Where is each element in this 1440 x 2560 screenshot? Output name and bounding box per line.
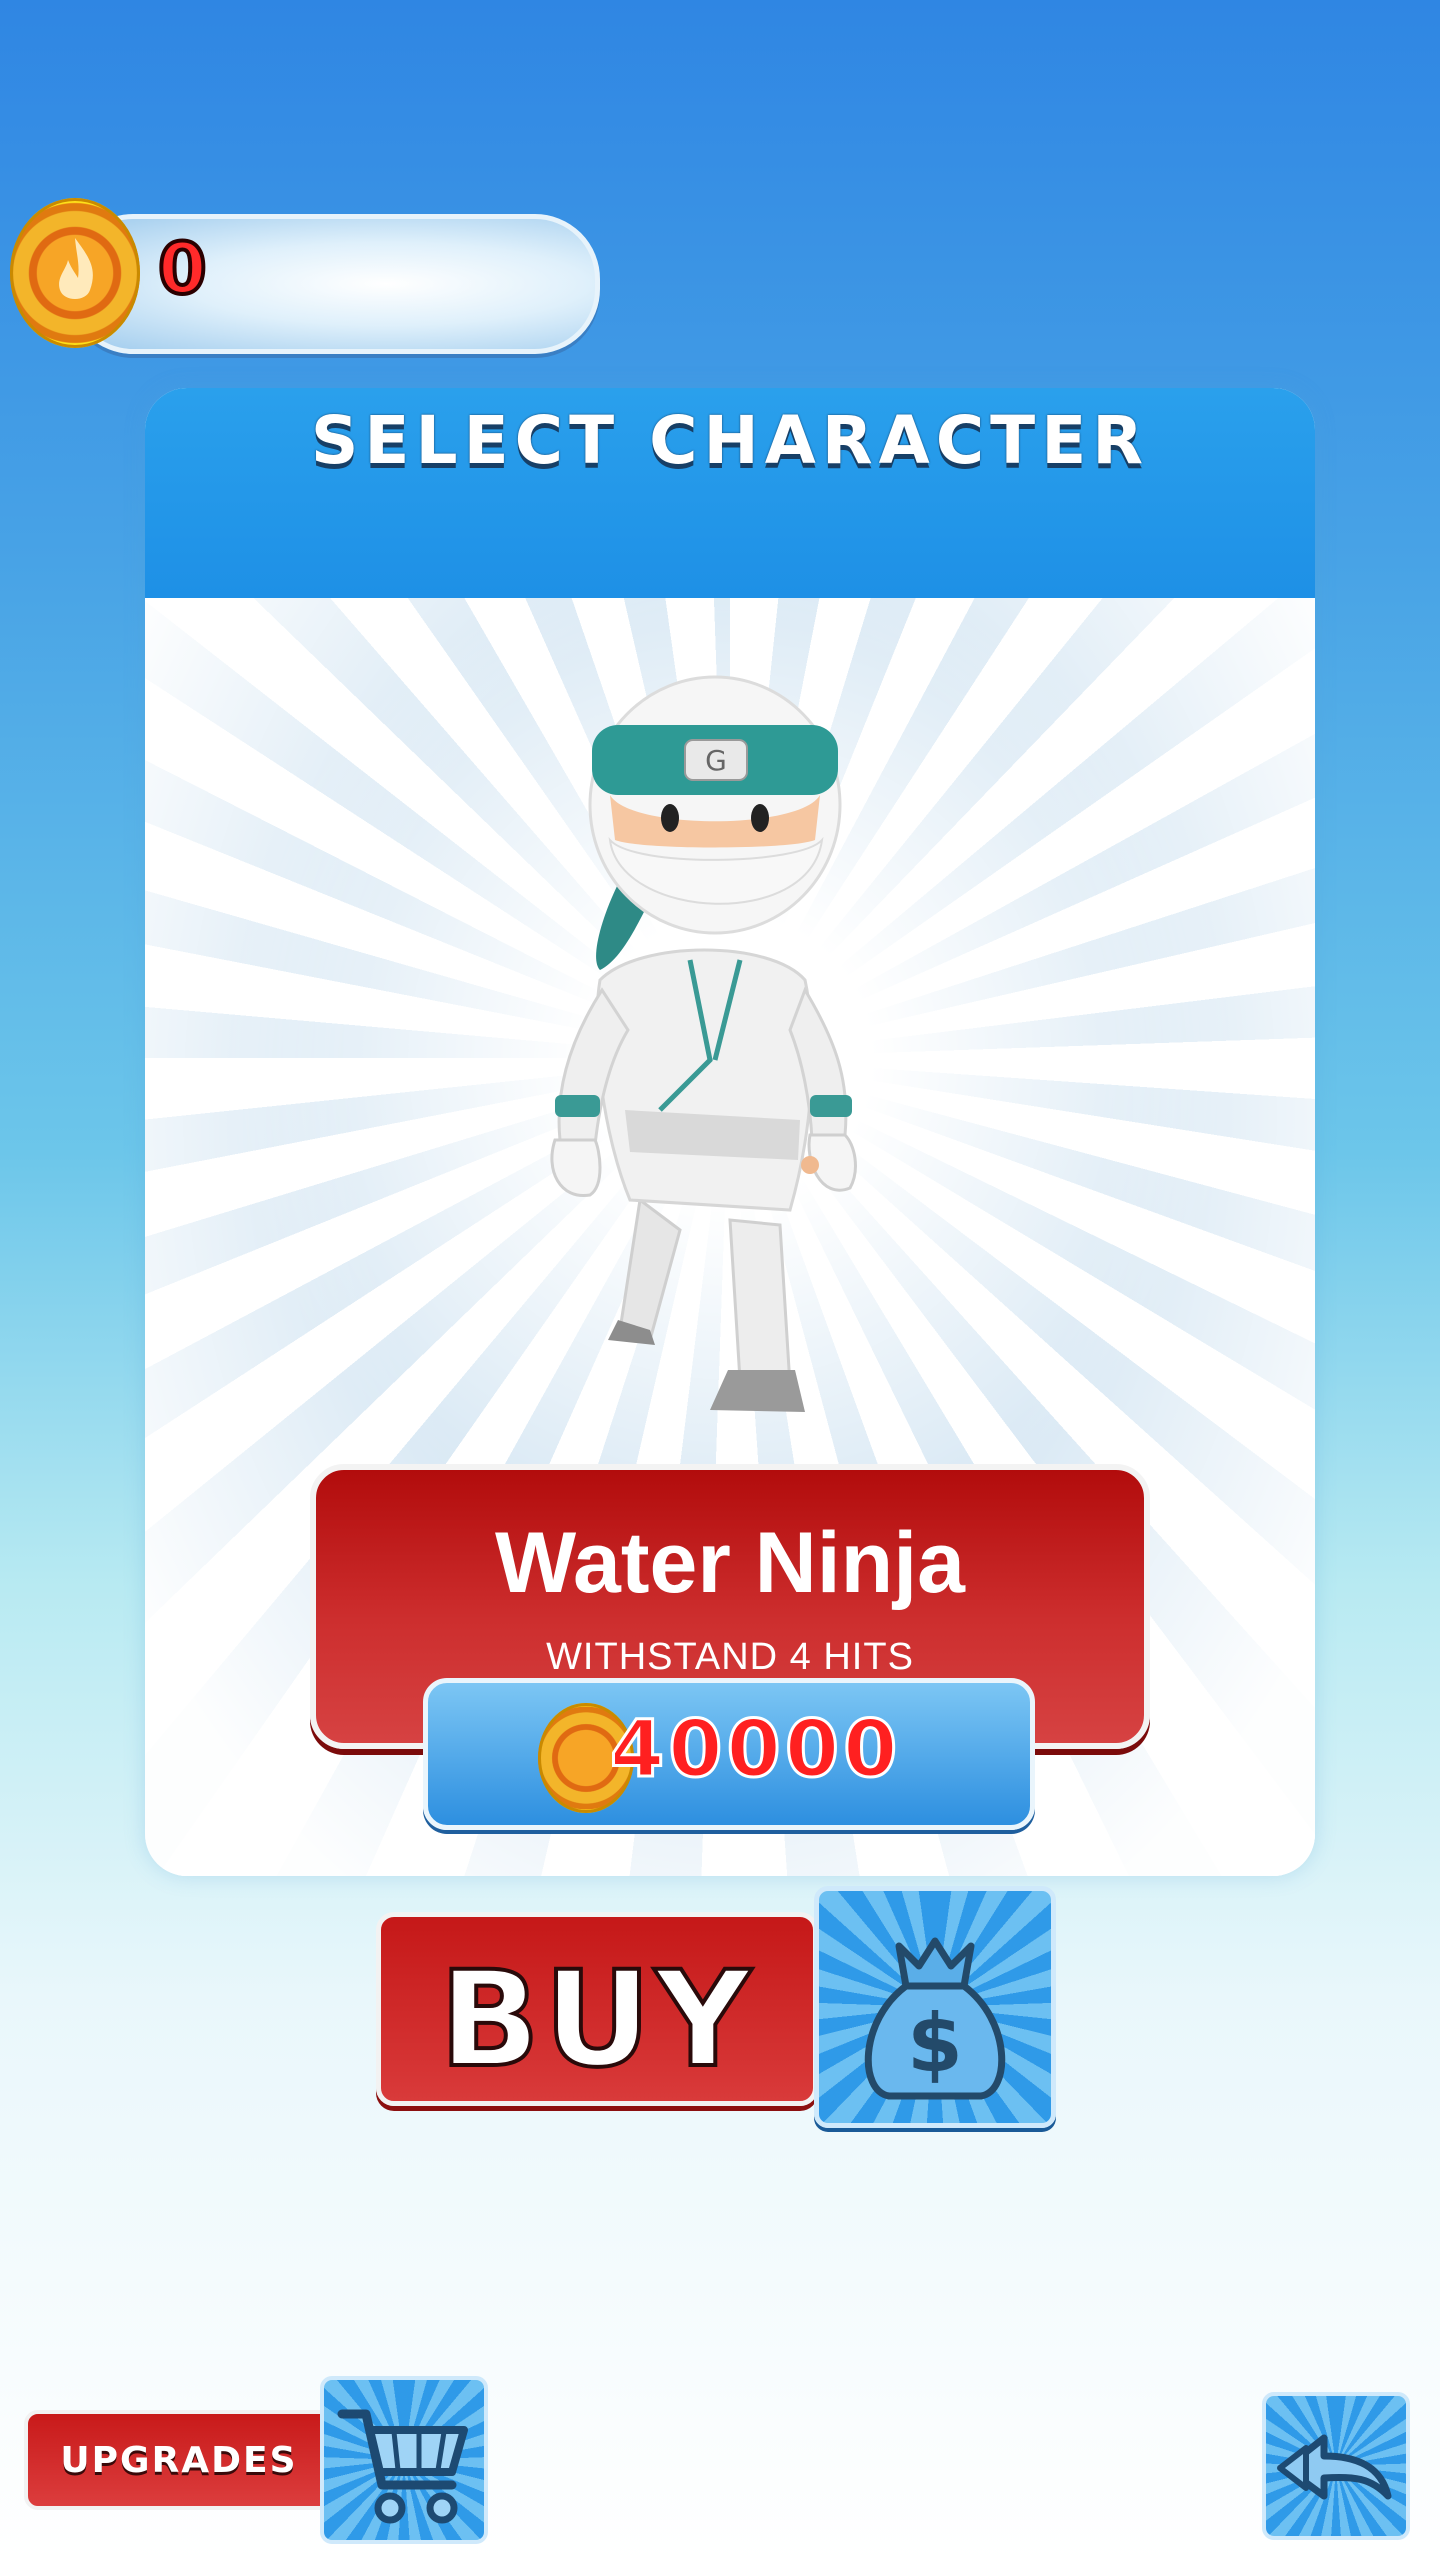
back-button[interactable] [1262,2392,1410,2540]
coin-count: 0 [156,226,209,312]
panel-title: SELECT CHARACTER [310,402,1150,479]
buy-button[interactable]: BUY [376,1912,818,2106]
coin-counter-bar [68,214,600,354]
price-value: 40000 [608,1704,902,1797]
svg-text:$: $ [907,1997,963,2090]
buy-money-bag-button[interactable]: $ [814,1886,1056,2128]
shopping-cart-icon [337,2409,468,2524]
buy-label: BUY [437,1941,755,2099]
character-description: WITHSTAND 4 HITS [546,1636,914,1678]
back-arrow-icon [1277,2434,1392,2500]
upgrades-button[interactable]: UPGRADES [24,2410,334,2510]
upgrades-label: UPGRADES [60,2440,298,2481]
character-price: 40000 [423,1678,1035,1830]
water-ninja-character[interactable]: G [510,640,930,1440]
fire-coin-icon [10,198,140,348]
svg-text:G: G [705,744,727,777]
money-bag-icon: $ [864,1937,1006,2100]
panel-header: SELECT CHARACTER [145,388,1315,598]
shop-cart-button[interactable] [320,2376,488,2544]
character-name: Water Ninja [495,1515,965,1611]
